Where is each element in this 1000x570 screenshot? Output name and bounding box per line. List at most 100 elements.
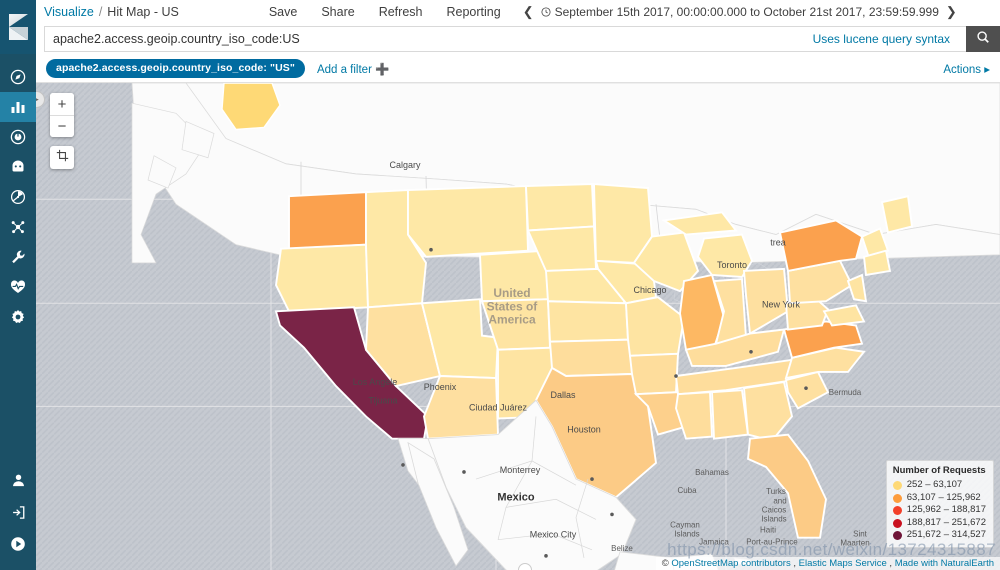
zoom-controls: + − <box>50 93 74 137</box>
legend-entry[interactable]: 63,107 – 125,962 <box>892 492 986 505</box>
breadcrumb-visualize[interactable]: Visualize <box>44 5 94 19</box>
sidebar-item-management[interactable] <box>0 302 36 332</box>
graph-nodes-icon <box>10 219 26 235</box>
top-nav-share[interactable]: Share <box>321 5 354 19</box>
top-nav-reporting[interactable]: Reporting <box>446 5 500 19</box>
sidebar-bottom-items <box>0 464 36 570</box>
time-range-button[interactable]: September 15th 2017, 00:00:00.000 to Oct… <box>541 5 939 19</box>
actions-menu-button[interactable]: Actions ▸ <box>943 62 990 76</box>
region-washington <box>288 191 367 250</box>
chevron-left-icon[interactable]: ❮ <box>523 5 534 18</box>
apm-gauge-icon <box>10 189 26 205</box>
region-oregon <box>275 243 369 313</box>
search-button[interactable] <box>966 26 1000 52</box>
sidebar-item-apm[interactable] <box>0 182 36 212</box>
chevron-right-icon[interactable]: ❯ <box>946 5 957 18</box>
map-label-city: Sint <box>853 530 868 539</box>
attribution-naturalearth-link[interactable]: Made with NaturalEarth <box>895 558 994 569</box>
clock-icon <box>541 6 551 17</box>
map-label-city: Islands <box>674 530 699 539</box>
legend-swatch <box>892 518 902 528</box>
map-label-city: Cayman <box>670 521 700 530</box>
compass-icon <box>10 69 26 85</box>
top-bar: Visualize / Hit Map - US Save Share Refr… <box>36 0 1000 23</box>
sidebar-item-logout[interactable] <box>0 496 36 528</box>
filter-pill[interactable]: apache2.access.geoip.country_iso_code: "… <box>46 59 305 78</box>
search-input[interactable]: apache2.access.geoip.country_iso_code:US… <box>44 26 966 52</box>
sidebar-item-timelion[interactable] <box>0 152 36 182</box>
legend-entry[interactable]: 251,672 – 314,527 <box>892 529 986 542</box>
user-icon <box>11 473 26 488</box>
legend-entry[interactable]: 252 – 63,107 <box>892 479 986 492</box>
bar-chart-icon <box>10 99 26 115</box>
fit-bounds-button[interactable] <box>50 146 74 169</box>
kibana-logo[interactable] <box>0 0 36 54</box>
map-label-city: Cuba <box>677 486 697 495</box>
top-nav-refresh[interactable]: Refresh <box>379 5 423 19</box>
region-northdakota <box>525 183 595 232</box>
sidebar-item-collapse[interactable] <box>0 528 36 560</box>
breadcrumb: Visualize / Hit Map - US <box>44 5 179 19</box>
map-label-city: Port-au-Prince <box>746 538 798 547</box>
legend-label: 188,817 – 251,672 <box>906 516 986 528</box>
map-label-city: trea <box>770 238 786 248</box>
map-resize-handle[interactable] <box>518 563 532 570</box>
legend-label: 252 – 63,107 <box>906 479 963 491</box>
map-label-city: Ciudad Juárez <box>469 402 527 412</box>
map-label-city: Belize <box>611 544 633 553</box>
map-label-city: Houston <box>567 425 600 435</box>
legend-title: Number of Requests <box>892 464 986 476</box>
map-label-city: Toronto <box>717 260 747 270</box>
sidebar-primary-items <box>0 54 36 332</box>
map-label-city: Caicos <box>762 505 786 514</box>
sidebar-item-devtools[interactable] <box>0 242 36 272</box>
sidebar-item-discover[interactable] <box>0 62 36 92</box>
sidebar-item-visualize[interactable] <box>0 92 36 122</box>
attribution-ems-link[interactable]: Elastic Maps Service <box>799 558 887 569</box>
map-label-city: Los Angele <box>353 377 397 387</box>
wrench-icon <box>10 249 26 265</box>
sidebar-item-user[interactable] <box>0 464 36 496</box>
legend-swatch <box>892 531 902 541</box>
map-label-city: Monterrey <box>500 465 541 475</box>
map-label-city: Phoenix <box>424 382 457 392</box>
map-label-city: Calgary <box>390 160 421 170</box>
top-nav-menu: Save Share Refresh Reporting <box>269 5 501 19</box>
plus-icon: ➕ <box>371 63 390 76</box>
heartbeat-icon <box>10 279 26 295</box>
zoom-in-button[interactable]: + <box>50 93 74 115</box>
sidebar-item-monitoring[interactable] <box>0 272 36 302</box>
actions-label: Actions <box>943 63 982 76</box>
breadcrumb-current: Hit Map - US <box>107 4 179 19</box>
sidebar-item-dashboard[interactable] <box>0 122 36 152</box>
main-content: Visualize / Hit Map - US Save Share Refr… <box>36 0 1000 570</box>
legend-entries: 252 – 63,107 63,107 – 125,962 125,962 – 18… <box>892 479 986 542</box>
map-label-city: Jamaica <box>699 538 729 547</box>
filter-bar: apache2.access.geoip.country_iso_code: "… <box>36 55 1000 83</box>
logout-icon <box>11 505 26 520</box>
choropleth-map[interactable]: Calgary Chicago Toronto trea New York Phoenix… <box>36 83 1000 570</box>
map-visualization[interactable]: ▸ Calgary Chicago Toronto trea New York … <box>36 83 1000 570</box>
attribution-osm-link[interactable]: OpenStreetMap contributors <box>671 558 790 569</box>
map-label-city: New York <box>762 299 800 309</box>
map-label-city: Tijuana <box>368 395 398 405</box>
legend-label: 251,672 – 314,527 <box>906 529 986 541</box>
top-nav-save[interactable]: Save <box>269 5 298 19</box>
map-label-city: Maarten <box>840 539 869 548</box>
zoom-out-button[interactable]: − <box>50 115 74 137</box>
region-oklahoma <box>548 338 634 377</box>
region-alabama <box>711 389 750 440</box>
sidebar-item-graph[interactable] <box>0 212 36 242</box>
map-label-country: Mexico <box>497 491 535 503</box>
map-label-city: Turks <box>766 487 786 496</box>
legend-entry[interactable]: 188,817 – 251,672 <box>892 516 986 530</box>
add-filter-button[interactable]: Add a filter ➕ <box>317 62 390 76</box>
legend-entry[interactable]: 125,962 – 188,817 <box>892 504 986 517</box>
map-label-country-us: United <box>493 286 530 300</box>
region-maine <box>880 194 914 234</box>
lucene-syntax-link[interactable]: Uses lucene query syntax <box>813 32 958 46</box>
query-text: apache2.access.geoip.country_iso_code:US <box>53 32 300 46</box>
map-label-city: Bahamas <box>695 468 729 477</box>
search-icon <box>976 30 990 49</box>
time-picker: ❮ September 15th 2017, 00:00:00.000 to O… <box>523 5 957 19</box>
